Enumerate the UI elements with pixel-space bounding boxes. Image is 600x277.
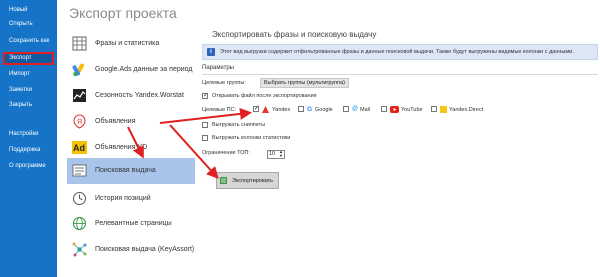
- youtube-label: YouTube: [401, 107, 423, 113]
- export-type-label: Google.Ads данные за период: [95, 66, 193, 73]
- export-settings-panel: Экспортировать фразы и поисковую выдачу …: [196, 26, 600, 277]
- nav-close[interactable]: Закрыть: [9, 102, 32, 108]
- export-type-label: Объявления: [95, 118, 136, 125]
- youtube-icon: [390, 106, 399, 113]
- google-ads-icon: [72, 63, 84, 77]
- open-file-checkbox[interactable]: [202, 92, 208, 99]
- ad-yd-icon: Ad: [72, 141, 87, 154]
- divider: [202, 74, 598, 75]
- export-type-position-history[interactable]: История позиций: [67, 186, 195, 212]
- yandex-direct-icon: [440, 106, 447, 113]
- svg-text:Ad: Ad: [73, 143, 85, 153]
- nav-open[interactable]: Открыть: [9, 21, 33, 27]
- seasonality-chart-icon: [73, 89, 86, 102]
- export-type-seasonality[interactable]: Сезонность Yandex.Worstat: [67, 83, 195, 109]
- yandex-label: Yandex: [272, 107, 291, 113]
- page-title: Экспорт проекта: [69, 5, 177, 21]
- snippets-checkbox[interactable]: [202, 122, 208, 128]
- export-button-label: Экспортировать: [232, 178, 274, 184]
- export-type-phrases[interactable]: Фразы и статистика: [67, 31, 195, 57]
- info-icon: i: [207, 48, 215, 56]
- limit-top-value: 10: [269, 151, 276, 157]
- relevant-pages-icon: [73, 217, 86, 230]
- search-results-icon: [72, 164, 87, 177]
- stepper-arrows-icon[interactable]: ▲ ▼: [279, 150, 283, 158]
- yandex-icon: [262, 106, 269, 113]
- keyassort-network-icon: [72, 242, 87, 257]
- position-history-icon: [73, 192, 86, 205]
- export-type-search-results[interactable]: Поисковая выдача: [67, 158, 195, 184]
- stats-columns-label: Выгружать колонки статистики: [212, 135, 291, 141]
- google-label: Google: [315, 107, 333, 113]
- export-button[interactable]: Экспортировать: [216, 172, 279, 189]
- target-groups-label: Целевые группы:: [202, 80, 246, 86]
- yandex-direct-checkbox[interactable]: [431, 106, 437, 112]
- nav-support[interactable]: Поддержка: [9, 147, 40, 153]
- yandex-checkbox[interactable]: [253, 105, 259, 112]
- export-type-label: Сезонность Yandex.Worstat: [95, 92, 184, 99]
- export-type-label: Объявления YD: [95, 144, 148, 151]
- export-type-google-ads[interactable]: Google.Ads данные за период: [67, 57, 195, 83]
- open-file-label: Открывать файл после экспортирования: [212, 93, 317, 99]
- stats-columns-checkbox[interactable]: [202, 135, 208, 141]
- params-heading: Параметры: [202, 65, 234, 71]
- nav-about[interactable]: О программе: [9, 163, 46, 169]
- export-type-relevant-pages[interactable]: Релевантные страницы: [67, 211, 195, 237]
- google-checkbox[interactable]: [298, 106, 304, 112]
- nav-settings[interactable]: Настройки: [9, 131, 38, 137]
- export-type-keyassort[interactable]: Поисковая выдача (KeyAssort): [67, 237, 195, 263]
- export-type-label: Фразы и статистика: [95, 40, 160, 47]
- nav-save-as[interactable]: Сохранить как: [9, 38, 49, 44]
- export-file-icon: [220, 177, 227, 184]
- select-groups-button[interactable]: Выбрать группы (мультигруппа): [260, 78, 350, 88]
- export-type-ads[interactable]: Я Объявления: [67, 109, 195, 135]
- mail-label: Mail: [360, 107, 371, 113]
- svg-text:Я: Я: [77, 119, 82, 126]
- youtube-checkbox[interactable]: [381, 106, 387, 112]
- limit-top-label: Ограничение ТОП:: [202, 150, 251, 156]
- export-type-label: Релевантные страницы: [95, 220, 172, 227]
- mail-icon: @: [352, 106, 359, 112]
- nav-notes[interactable]: Заметки: [9, 87, 32, 93]
- nav-import[interactable]: Импорт: [9, 71, 30, 77]
- target-ps-label: Целевые ПС:: [202, 107, 237, 113]
- nav-new[interactable]: Новый: [9, 7, 28, 13]
- export-type-label: Поисковая выдача: [95, 167, 156, 174]
- info-text: Этот вид выгрузки содержит отфильтрованн…: [220, 49, 574, 55]
- export-type-label: Поисковая выдача (KeyAssort): [95, 246, 195, 253]
- limit-top-stepper[interactable]: 10 ▲ ▼: [267, 150, 285, 159]
- nav-export[interactable]: Экспорт: [9, 55, 32, 61]
- yandex-direct-label: Yandex.Direct: [449, 107, 484, 113]
- yandex-ads-icon: Я: [73, 114, 86, 129]
- main-sidebar: Новый Открыть Сохранить как Экспорт Импо…: [0, 0, 57, 277]
- google-icon: G: [307, 106, 313, 113]
- snippets-label: Выгружать сниппеты: [212, 122, 266, 128]
- info-message: i Этот вид выгрузки содержит отфильтрова…: [202, 44, 598, 60]
- panel-title: Экспортировать фразы и поисковую выдачу: [212, 30, 377, 39]
- phrases-grid-icon: [72, 36, 87, 51]
- export-type-label: История позиций: [95, 195, 151, 202]
- mail-checkbox[interactable]: [343, 106, 349, 112]
